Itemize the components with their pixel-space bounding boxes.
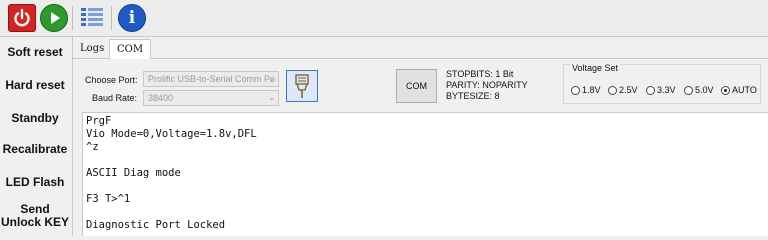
port-info: STOPBITS: 1 Bit PARITY: NOPARITY BYTESIZ… [446, 69, 528, 102]
tab-com[interactable]: COM [109, 39, 152, 59]
console-line: ^z [86, 141, 99, 153]
stopbits-text: STOPBITS: 1 Bit [446, 69, 514, 79]
info-button[interactable]: i [118, 4, 146, 32]
main-panel: Logs COM Choose Port: Prolific USB-to-Se… [73, 37, 768, 236]
port-value: Prolific USB-to-Serial Comm Po [148, 74, 276, 84]
power-button[interactable] [8, 4, 36, 32]
start-button[interactable] [40, 4, 68, 32]
radio-icon [646, 86, 655, 95]
radio-icon [571, 86, 580, 95]
radio-label: 5.0V [695, 85, 714, 95]
radio-icon [608, 86, 617, 95]
com-set-button[interactable]: COM SET [396, 69, 437, 123]
baud-select[interactable]: 38400 ⌄ [143, 90, 279, 106]
toolbar: i [0, 0, 768, 37]
parity-text: PARITY: NOPARITY [446, 80, 528, 90]
usb-connect-button[interactable] [286, 70, 318, 102]
radio-selected-icon [721, 86, 730, 95]
radio-icon [684, 86, 693, 95]
standby-button[interactable]: Standby [0, 112, 70, 125]
list-icon [81, 8, 103, 26]
radio-label: 3.3V [657, 85, 676, 95]
voltage-group: Voltage Set 1.8V 2.5V 3.3V 5.0V AUTO [563, 63, 761, 104]
info-icon: i [128, 8, 136, 28]
play-icon [51, 12, 60, 24]
baud-value: 38400 [148, 93, 174, 103]
voltage-radio-5-0v[interactable]: 5.0V [684, 85, 714, 95]
voltage-radio-2-5v[interactable]: 2.5V [608, 85, 638, 95]
bytesize-text: BYTESIZE: 8 [446, 91, 500, 101]
recalibrate-button[interactable]: Recalibrate [0, 143, 70, 156]
chevron-down-icon: ⌄ [268, 93, 275, 102]
console-line: ASCII Diag mode [86, 167, 181, 179]
chevron-down-icon: ⌄ [268, 74, 275, 83]
baud-label: Baud Rate: [92, 93, 138, 103]
list-button[interactable] [78, 4, 106, 32]
usb-connector-icon [295, 74, 309, 98]
tab-bar: Logs COM [73, 37, 768, 59]
voltage-radio-1-8v[interactable]: 1.8V [571, 85, 601, 95]
hard-reset-button[interactable]: Hard reset [0, 79, 70, 92]
console-line: Diagnostic Port Locked [86, 219, 226, 231]
send-unlock-key-button[interactable]: Send Unlock KEY [0, 203, 70, 229]
console-line: F3 T>^1 [86, 193, 131, 205]
toolbar-separator [72, 6, 73, 30]
sidebar: Soft reset Hard reset Standby Recalibrat… [0, 37, 73, 236]
voltage-radio-auto[interactable]: AUTO [721, 85, 757, 95]
port-label: Choose Port: [85, 75, 138, 85]
toolbar-separator [111, 6, 112, 30]
voltage-radio-3-3v[interactable]: 3.3V [646, 85, 676, 95]
soft-reset-button[interactable]: Soft reset [0, 46, 70, 59]
radio-label: 2.5V [619, 85, 638, 95]
power-icon [14, 8, 30, 27]
tab-logs[interactable]: Logs [73, 39, 111, 58]
radio-label: AUTO [732, 85, 757, 95]
console-output[interactable]: PrgF Vio Mode=0,Voltage=1.8v,DFL ^z ASCI… [82, 112, 768, 236]
console-line: PrgF [86, 115, 112, 127]
radio-label: 1.8V [582, 85, 601, 95]
voltage-title: Voltage Set [570, 63, 621, 73]
console-line: Vio Mode=0,Voltage=1.8v,DFL [86, 128, 257, 140]
port-select[interactable]: Prolific USB-to-Serial Comm Po ⌄ [143, 71, 279, 87]
com-settings: Choose Port: Prolific USB-to-Serial Comm… [73, 59, 768, 123]
led-flash-button[interactable]: LED Flash [0, 176, 70, 189]
